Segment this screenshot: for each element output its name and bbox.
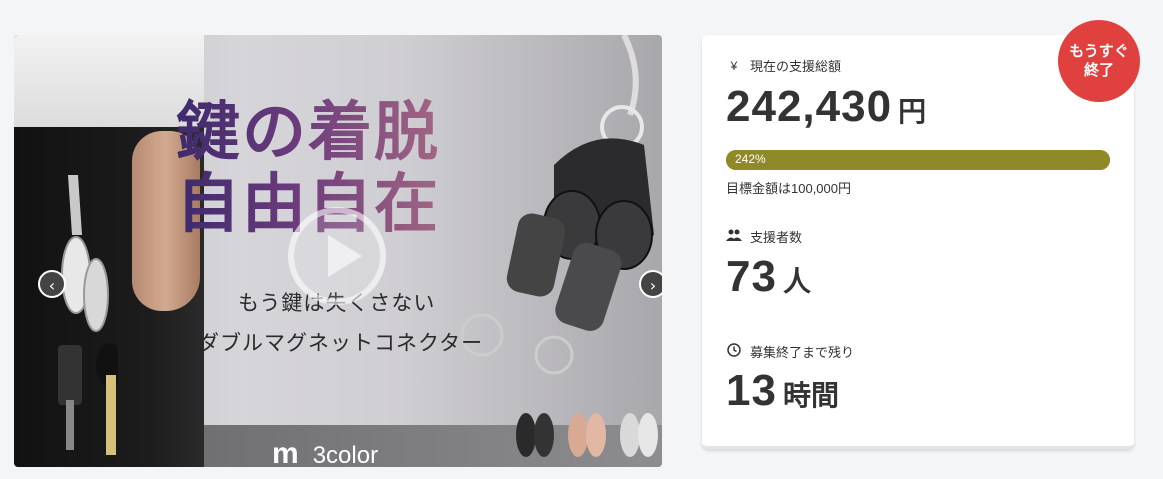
funding-amount-value: 242,430 [726, 82, 893, 131]
funding-amount: 242,430 円 [726, 82, 926, 132]
funding-label: 現在の支援総額 [750, 59, 842, 74]
supporters-count: 73 人 [726, 252, 811, 302]
remaining-time-unit: 時間 [782, 380, 839, 411]
chevron-right-icon: › [649, 276, 657, 295]
badge-line-1: もうすぐ [1069, 43, 1129, 60]
keychain-illustration [58, 175, 118, 455]
funding-amount-unit: 円 [898, 96, 927, 127]
ending-soon-badge: もうすぐ 終了 [1058, 20, 1140, 102]
progress-percent: 242% [735, 152, 766, 166]
funding-label-row: ¥ 現在の支援総額 [726, 56, 841, 75]
badge-line-2: 終了 [1083, 62, 1114, 79]
carousel-next-button[interactable]: › [639, 270, 662, 298]
chevron-left-icon: ‹ [48, 276, 56, 295]
remaining-label: 募集終了まで残り [750, 345, 855, 360]
users-icon [726, 229, 742, 244]
funding-progress-bar: 242% [726, 150, 1110, 170]
remaining-time-value: 13 [726, 366, 777, 415]
target-amount-text: 目標金額は100,000円 [726, 181, 851, 196]
supporters-label: 支援者数 [750, 230, 803, 245]
play-video-button[interactable] [288, 207, 386, 305]
brand-caption: m 3color [272, 437, 378, 467]
brand-logo: m [272, 437, 299, 467]
progress-fill [726, 150, 1110, 170]
carousel-prev-button[interactable]: ‹ [38, 270, 66, 298]
supporters-count-value: 73 [726, 252, 777, 301]
supporters-count-unit: 人 [782, 266, 811, 297]
remaining-label-row: 募集終了まで残り [726, 342, 854, 361]
supporters-label-row: 支援者数 [726, 227, 802, 246]
yen-icon: ¥ [730, 58, 738, 73]
color-count-label: 3color [312, 442, 379, 467]
remaining-time: 13 時間 [726, 366, 839, 416]
clock-icon [726, 343, 742, 360]
project-main-image[interactable]: 鍵の着脱 自由自在 もう鍵は失くさない ダブルマグネットコネクター m 3colo… [14, 35, 662, 467]
hero-product-name: ダブルマグネットコネクター [198, 331, 484, 355]
color-variants-illustration [516, 413, 658, 457]
magnet-connector-illustration [460, 35, 654, 375]
